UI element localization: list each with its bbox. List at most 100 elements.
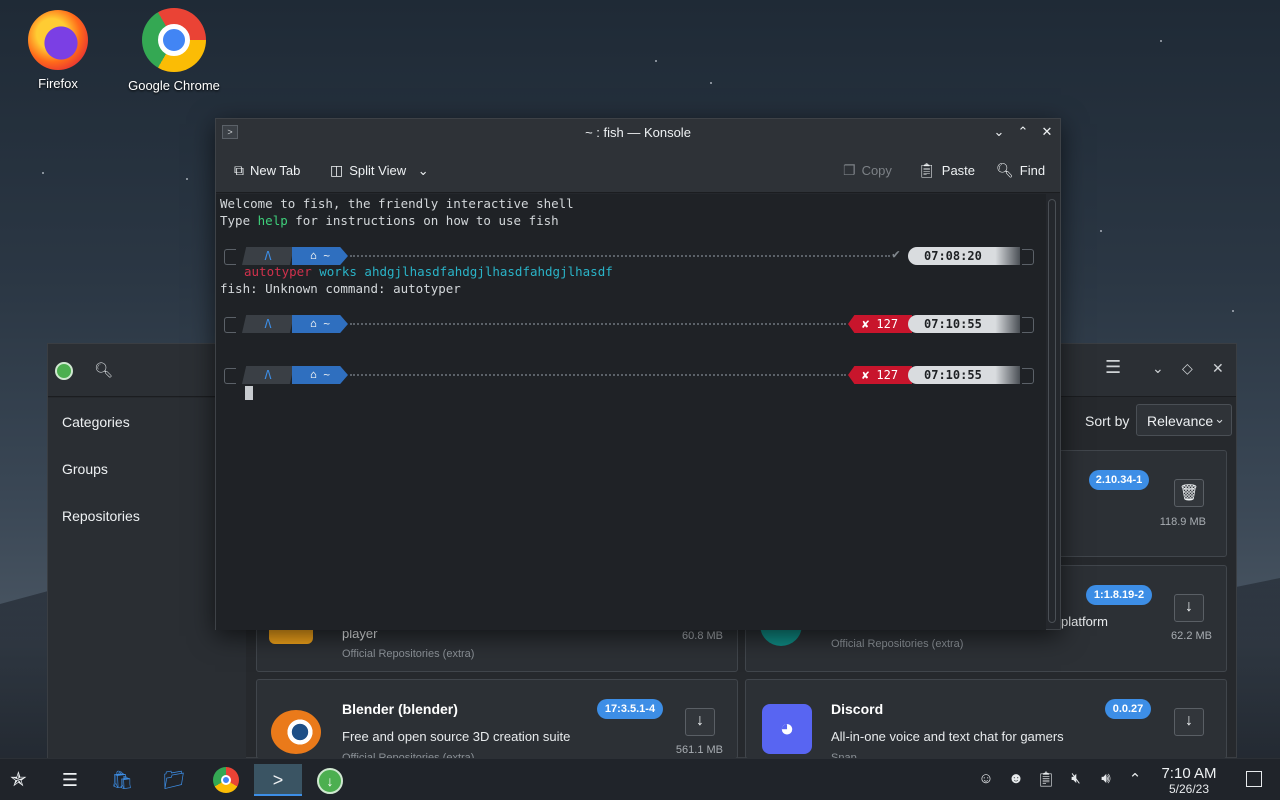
maximize-icon[interactable]: ◇ xyxy=(1182,360,1193,377)
app-card-discord[interactable]: ◕ Discord All-in-one voice and text chat… xyxy=(745,679,1227,764)
search-icon[interactable]: 🔍︎ xyxy=(94,361,113,379)
paste-icon: 📋︎ xyxy=(918,162,936,178)
discover-logo-icon xyxy=(55,362,73,380)
taskbar: ✯ ☰ 🛍︎ 📁︎ > ↓ ☺ ☻ 📋︎ 🔇︎ 🔊︎ ⌃ 7:10 AM 5/2… xyxy=(0,758,1280,800)
terminal-error: fish: Unknown command: autotyper xyxy=(220,281,461,296)
show-desktop-icon[interactable] xyxy=(1246,771,1262,787)
desktop-icon-firefox[interactable]: Firefox xyxy=(3,10,113,91)
find-icon: 🔍︎ xyxy=(996,162,1014,178)
app-size: 60.8 MB xyxy=(682,630,723,642)
install-button[interactable]: ↓ xyxy=(1174,594,1204,622)
remove-button[interactable]: 🗑︎ xyxy=(1174,479,1204,507)
install-button[interactable]: ↓ xyxy=(1174,708,1204,736)
chevron-down-icon: ⌄ xyxy=(417,163,429,178)
os-icon: Λ xyxy=(242,315,294,333)
konsole-window: > ~ : fish — Konsole ⌄ ⌃ ✕ ⧉ New Tab ◫ Spl… xyxy=(215,118,1061,630)
sidebar-item-repositories[interactable]: Repositories xyxy=(62,508,140,524)
split-view-button[interactable]: ◫ Split View ⌄ xyxy=(330,162,429,179)
sidebar-item-categories[interactable]: Categories xyxy=(62,414,130,430)
konsole-toolbar: ⧉ New Tab ◫ Split View ⌄ ❐ Copy 📋︎ Paste 🔍︎ F… xyxy=(216,147,1060,193)
taskbar-konsole-icon[interactable]: > xyxy=(254,764,302,796)
minimize-icon[interactable]: ⌄ xyxy=(1152,360,1164,377)
version-badge: 17:3.5.1-4 xyxy=(597,699,663,719)
sort-label: Sort by xyxy=(1085,413,1130,429)
muted-speaker-icon[interactable]: 🔇︎ xyxy=(1065,770,1087,787)
discord-icon: ◕ xyxy=(762,704,812,754)
copy-label: Copy xyxy=(861,163,892,178)
desktop-icon-chrome[interactable]: Google Chrome xyxy=(119,8,229,93)
clock-date[interactable]: 5/26/23 xyxy=(1150,782,1228,796)
terminal-line: Type help for instructions on how to use… xyxy=(220,213,559,228)
prompt-line: Λ ⌂ ~ ✔ 07:08:20 xyxy=(224,247,1034,265)
version-badge: 0.0.27 xyxy=(1105,699,1151,719)
split-view-label: Split View xyxy=(349,163,407,178)
find-label: Find xyxy=(1019,163,1046,178)
taskbar-chrome-icon[interactable] xyxy=(208,764,244,796)
paste-label: Paste xyxy=(941,163,976,178)
taskbar-system-settings-icon[interactable]: ☰ xyxy=(52,764,88,796)
app-size: 118.9 MB xyxy=(1159,516,1206,528)
terminal-area[interactable]: Welcome to fish, the friendly interactiv… xyxy=(216,194,1046,630)
blender-icon xyxy=(271,710,321,754)
window-title: ~ : fish — Konsole xyxy=(585,125,691,140)
prompt-time: 07:10:55 xyxy=(908,366,1020,384)
status-error-badge: ✘ 127 xyxy=(848,315,912,333)
paste-button[interactable]: 📋︎ Paste xyxy=(918,162,975,179)
terminal-scrollbar[interactable] xyxy=(1048,199,1056,623)
desktop-icon-label: Google Chrome xyxy=(128,78,220,93)
copy-button[interactable]: ❐ Copy xyxy=(843,162,892,179)
taskbar-discover-store-icon[interactable]: 🛍︎ xyxy=(104,764,140,796)
version-badge: 1:1.8.19-2 xyxy=(1086,585,1152,605)
app-card-blender[interactable]: Blender (blender) Free and open source 3… xyxy=(256,679,738,764)
app-source: Official Repositories (extra) xyxy=(831,638,964,650)
hamburger-menu-icon[interactable]: ☰ xyxy=(1105,357,1121,378)
sort-select[interactable]: Relevance ⌄ xyxy=(1136,404,1232,436)
app-description: Free and open source 3D creation suite xyxy=(342,729,571,744)
app-size: 561.1 MB xyxy=(675,744,723,756)
firefox-icon xyxy=(28,10,88,70)
prompt-line: Λ ⌂ ~ ✘ 127 07:10:55 xyxy=(224,315,1034,333)
status-error-badge: ✘ 127 xyxy=(848,366,912,384)
app-source: Official Repositories (extra) xyxy=(342,648,475,660)
terminal-line: Welcome to fish, the friendly interactiv… xyxy=(220,196,574,211)
prompt-dir: ⌂ ~ xyxy=(292,366,348,384)
chrome-icon xyxy=(142,8,206,72)
desktop-icon-label: Firefox xyxy=(38,76,78,91)
clipboard-icon[interactable]: 📋︎ xyxy=(1035,770,1057,788)
tray-expand-icon[interactable]: ⌃ xyxy=(1124,770,1146,788)
sort-value: Relevance xyxy=(1147,413,1214,429)
prompt-time: 07:10:55 xyxy=(908,315,1020,333)
chevron-down-icon: ⌄ xyxy=(1214,411,1225,426)
sidebar-item-groups[interactable]: Groups xyxy=(62,461,108,477)
split-view-icon: ◫ xyxy=(330,162,344,178)
app-title: Blender (blender) xyxy=(342,701,458,717)
app-size: 62.2 MB xyxy=(1171,630,1212,642)
user-icon[interactable]: ☺ xyxy=(975,770,997,787)
terminal-command: autotyper works ahdgjlhasdfahdgjlhasdfah… xyxy=(244,264,613,279)
install-button[interactable]: ↓ xyxy=(685,708,715,736)
find-button[interactable]: 🔍︎ Find xyxy=(996,162,1045,179)
minimize-icon[interactable]: ⌄ xyxy=(990,124,1008,140)
status-ok-icon: ✔ xyxy=(892,247,900,262)
copy-icon: ❐ xyxy=(843,162,856,178)
prompt-dir: ⌂ ~ xyxy=(292,315,348,333)
os-icon: Λ xyxy=(242,366,294,384)
prompt-time: 07:08:20 xyxy=(908,247,1020,265)
maximize-icon[interactable]: ⌃ xyxy=(1014,124,1032,140)
new-tab-button[interactable]: ⧉ New Tab xyxy=(234,162,300,179)
konsole-titlebar[interactable]: > ~ : fish — Konsole ⌄ ⌃ ✕ xyxy=(216,119,1060,147)
taskbar-discover-icon[interactable]: ↓ xyxy=(312,764,348,796)
app-launcher-icon[interactable]: ✯ xyxy=(10,767,36,793)
version-badge: 2.10.34-1 xyxy=(1089,470,1149,490)
taskbar-files-icon[interactable]: 📁︎ xyxy=(156,764,192,796)
app-title: Discord xyxy=(831,701,884,717)
close-icon[interactable]: ✕ xyxy=(1212,360,1224,377)
text-cursor xyxy=(245,386,253,400)
clock-time[interactable]: 7:10 AM xyxy=(1150,765,1228,782)
volume-icon[interactable]: 🔊︎ xyxy=(1095,770,1117,787)
close-icon[interactable]: ✕ xyxy=(1038,124,1056,140)
os-icon: Λ xyxy=(242,247,294,265)
prompt-dir: ⌂ ~ xyxy=(292,247,348,265)
accounts-icon[interactable]: ☻ xyxy=(1005,770,1027,787)
app-description: platform xyxy=(1061,614,1108,629)
